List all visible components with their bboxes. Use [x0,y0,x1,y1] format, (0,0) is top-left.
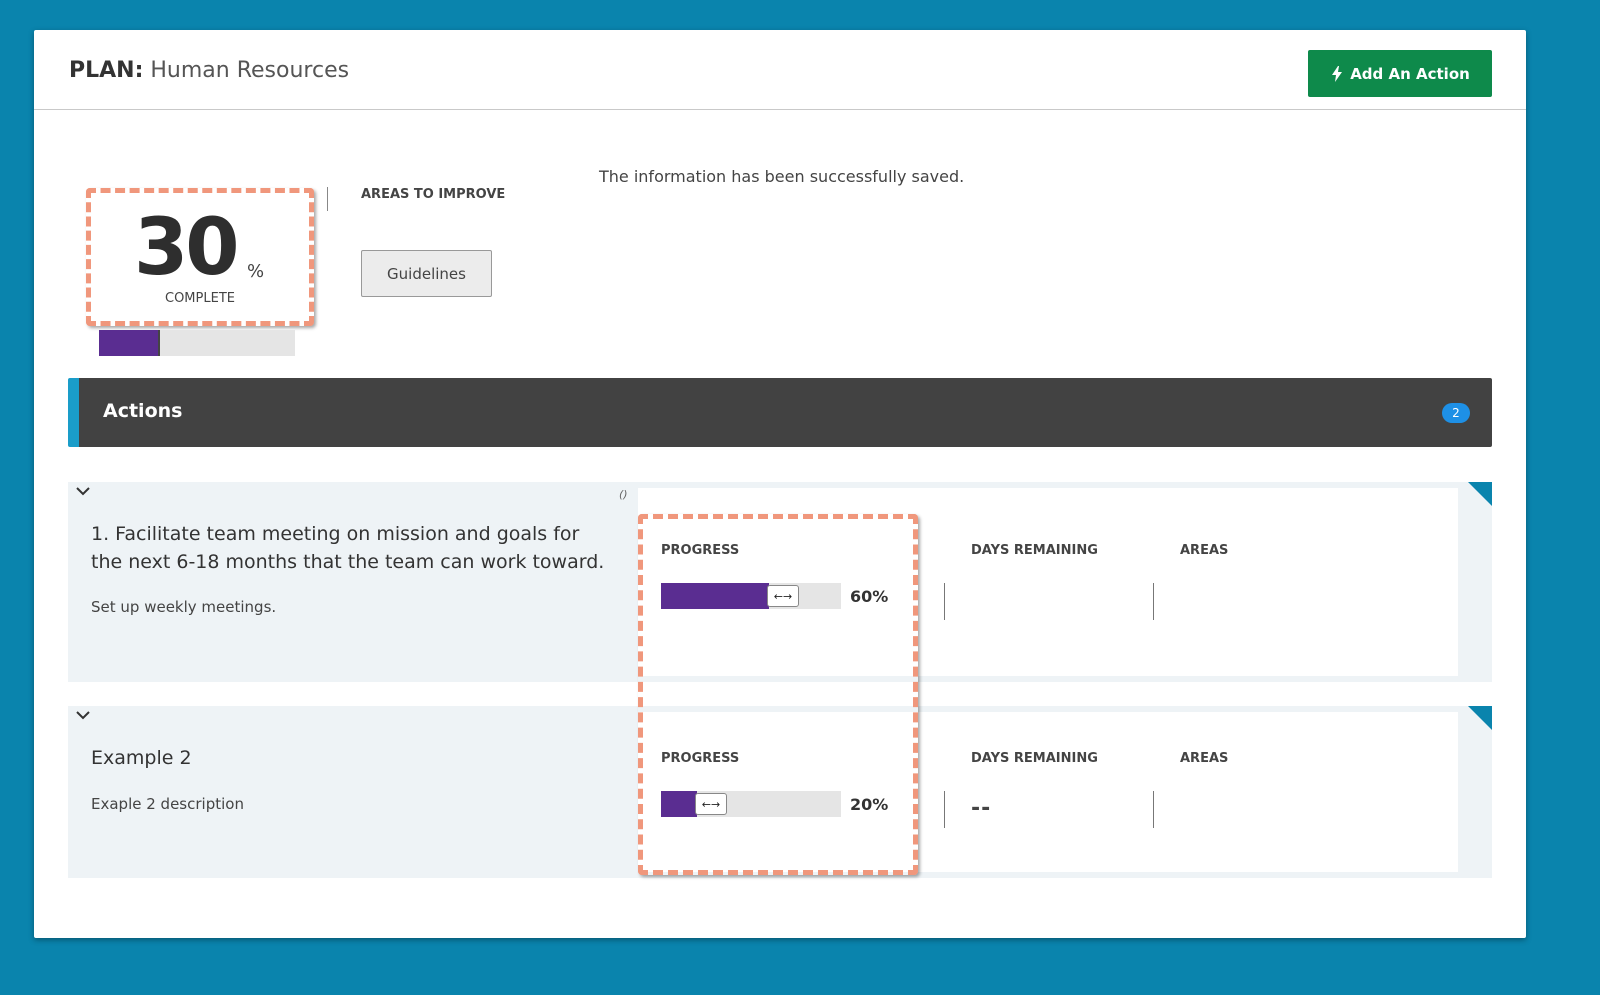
action-description: Set up weekly meetings. [91,598,277,616]
progress-label: PROGRESS [661,751,740,766]
overall-progress-fill [99,330,160,356]
action-title: 1. Facilitate team meeting on mission an… [91,523,605,573]
action-details: PROGRESS ←→ 20% DAYS REMAINING -- AREAS [638,712,1458,872]
progress-value: 20% [850,795,889,814]
progress-fill [661,791,697,817]
progress-label: PROGRESS [661,543,740,558]
progress-slider[interactable]: ←→ [661,583,841,609]
divider [944,791,945,828]
divider [944,583,945,620]
page-title: PLAN: Human Resources [69,58,349,83]
lightning-bolt-icon [1332,65,1343,82]
areas-label: AREAS [1180,543,1229,558]
add-action-button[interactable]: Add An Action [1308,50,1492,97]
progress-fill [661,583,769,609]
overall-progress-bar [99,330,295,356]
add-action-label: Add An Action [1350,64,1470,83]
days-remaining-value: -- [971,796,992,821]
actions-title: Actions [103,400,183,422]
edit-mark: () [619,488,628,501]
chevron-down-icon[interactable] [76,486,90,496]
divider [327,187,328,211]
percent-sign: % [247,261,265,282]
plan-card: PLAN: Human Resources Add An Action 30 %… [34,30,1526,938]
days-remaining-label: DAYS REMAINING [971,543,1098,558]
complete-label: COMPLETE [165,291,235,306]
completion-score: 30 % COMPLETE [86,188,314,326]
corner-flag [1468,482,1492,506]
divider [1153,583,1154,620]
action-title: Example 2 [91,747,192,769]
corner-flag [1468,706,1492,730]
actions-section-header[interactable]: Actions 2 [68,378,1492,447]
action-item-2: Example 2 Exaple 2 description PROGRESS … [68,706,1492,878]
left-right-arrows-icon[interactable]: ←→ [695,793,727,815]
saved-message: The information has been successfully sa… [599,167,965,186]
progress-slider[interactable]: ←→ [661,791,841,817]
completion-percent: 30 [134,203,240,293]
areas-to-improve-title: AREAS TO IMPROVE [361,187,506,202]
chevron-down-icon[interactable] [76,710,90,720]
days-remaining-label: DAYS REMAINING [971,751,1098,766]
guidelines-button[interactable]: Guidelines [361,250,492,297]
divider [1153,791,1154,828]
left-right-arrows-icon[interactable]: ←→ [767,585,799,607]
action-description: Exaple 2 description [91,795,244,813]
progress-value: 60% [850,587,889,606]
plan-header: PLAN: Human Resources Add An Action [34,30,1526,110]
plan-title-name: Human Resources [150,58,350,83]
action-details: PROGRESS ←→ 60% DAYS REMAINING AREAS [638,488,1458,676]
areas-label: AREAS [1180,751,1229,766]
plan-title-prefix: PLAN: [69,58,144,83]
action-item-1: () 1. Facilitate team meeting on mission… [68,482,1492,682]
actions-count-badge: 2 [1442,403,1470,423]
